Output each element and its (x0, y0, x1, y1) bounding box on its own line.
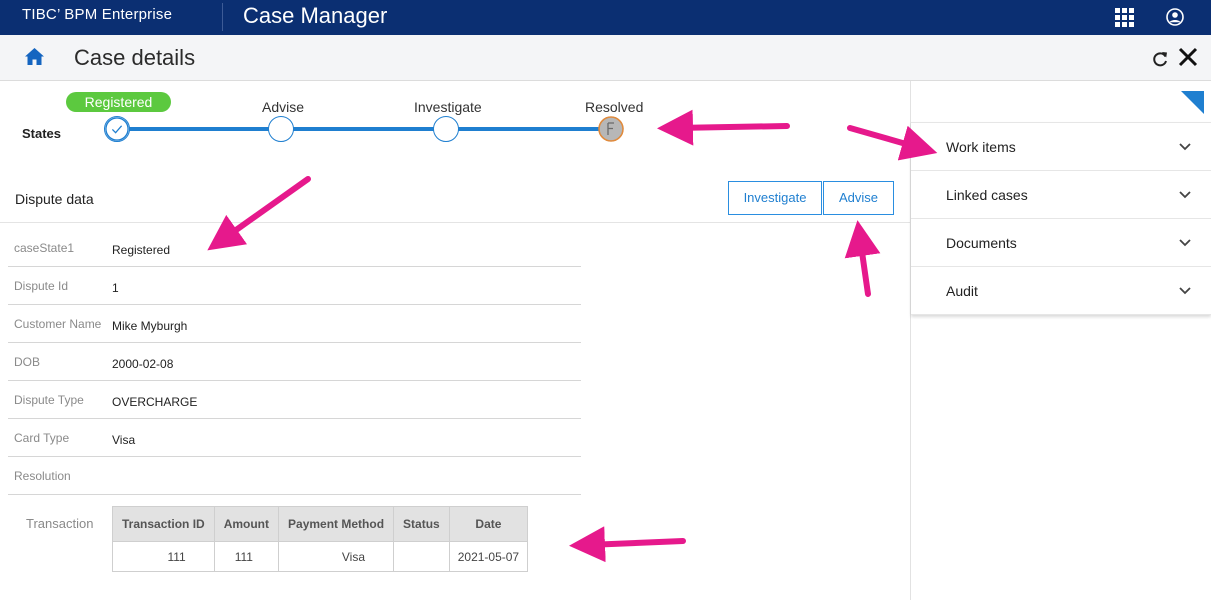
investigate-button[interactable]: Investigate (728, 181, 822, 215)
state-progress-line (117, 127, 612, 131)
field-label: Dispute Type (14, 393, 84, 407)
transaction-table: Transaction ID Amount Payment Method Sta… (112, 506, 529, 572)
field-row-dispute-type: Dispute Type OVERCHARGE (8, 381, 581, 419)
field-value: OVERCHARGE (112, 395, 198, 409)
state-current-badge: Registered (66, 92, 171, 112)
page-header: Case details (0, 35, 1211, 81)
user-account-icon[interactable] (1166, 8, 1184, 26)
column-header[interactable]: Transaction ID (112, 506, 215, 542)
field-row-dispute-id: Dispute Id 1 (8, 267, 581, 305)
home-icon[interactable] (24, 47, 45, 67)
column-header[interactable]: Status (393, 506, 450, 542)
field-value: 1 (112, 281, 119, 295)
field-row-customer-name: Customer Name Mike Myburgh (8, 305, 581, 343)
field-label: caseState1 (14, 241, 75, 255)
section-divider (0, 222, 910, 223)
field-label: Card Type (14, 431, 70, 445)
field-row-case-state: caseState1 Registered (8, 229, 581, 267)
brand-logo: TIBC’ BPM Enterprise (22, 6, 173, 23)
table-cell: 111 (213, 541, 280, 572)
column-header[interactable]: Payment Method (278, 506, 395, 542)
table-cell (393, 541, 450, 572)
table-cell: Visa (278, 541, 395, 572)
chevron-down-icon[interactable] (1179, 287, 1191, 295)
side-accordion: Work items Linked cases Documents Audit (911, 122, 1211, 315)
brand-divider (222, 3, 223, 31)
table-cell: 111 (112, 541, 215, 572)
state-label-resolved: Resolved (585, 99, 644, 115)
collapse-panel-icon[interactable] (1181, 91, 1204, 114)
case-main-panel: States Registered Advise Investigate Res… (0, 81, 910, 600)
app-title: Case Manager (243, 3, 388, 28)
state-node-registered[interactable] (104, 116, 130, 142)
table-row: 111 111 Visa 2021-05-07 (112, 541, 529, 572)
advise-button[interactable]: Advise (823, 181, 894, 215)
accordion-linked-cases[interactable]: Linked cases (911, 171, 1211, 219)
accordion-label: Documents (946, 235, 1017, 251)
field-label: DOB (14, 355, 41, 369)
accordion-work-items[interactable]: Work items (911, 123, 1211, 171)
field-value: Visa (112, 433, 136, 447)
field-value: 2000-02-08 (112, 357, 174, 371)
page-title: Case details (74, 45, 196, 70)
right-side-panel: Work items Linked cases Documents Audit (910, 81, 1211, 600)
state-label-investigate: Investigate (414, 99, 482, 115)
table-cell: 2021-05-07 (448, 541, 529, 572)
dispute-data-title: Dispute data (15, 191, 94, 207)
field-row-resolution: Resolution (8, 457, 581, 495)
state-node-investigate[interactable] (433, 116, 459, 142)
accordion-label: Work items (946, 139, 1016, 155)
field-row-dob: DOB 2000-02-08 (8, 343, 581, 381)
accordion-audit[interactable]: Audit (911, 267, 1211, 315)
chevron-down-icon[interactable] (1179, 239, 1191, 247)
column-header[interactable]: Amount (213, 506, 280, 542)
state-node-resolved[interactable] (598, 116, 624, 142)
state-node-advise[interactable] (268, 116, 294, 142)
chevron-down-icon[interactable] (1179, 191, 1191, 199)
table-header-row: Transaction ID Amount Payment Method Sta… (112, 506, 529, 542)
field-value: Registered (112, 243, 171, 257)
field-value: Mike Myburgh (112, 319, 188, 333)
column-header[interactable]: Date (448, 506, 529, 542)
top-bar: TIBC’ BPM Enterprise Case Manager (0, 0, 1211, 35)
chevron-down-icon[interactable] (1179, 143, 1191, 151)
accordion-label: Linked cases (946, 187, 1028, 203)
state-label-advise: Advise (262, 99, 305, 115)
field-label: Customer Name (14, 317, 102, 331)
refresh-icon[interactable] (1151, 50, 1169, 68)
field-label: Resolution (14, 469, 71, 483)
field-row-card-type: Card Type Visa (8, 419, 581, 457)
apps-grid-icon[interactable] (1115, 8, 1134, 27)
close-icon[interactable] (1178, 47, 1198, 67)
states-label: States (22, 126, 62, 141)
accordion-label: Audit (946, 283, 978, 299)
transaction-label: Transaction (26, 516, 94, 531)
accordion-documents[interactable]: Documents (911, 219, 1211, 267)
field-label: Dispute Id (14, 279, 69, 293)
